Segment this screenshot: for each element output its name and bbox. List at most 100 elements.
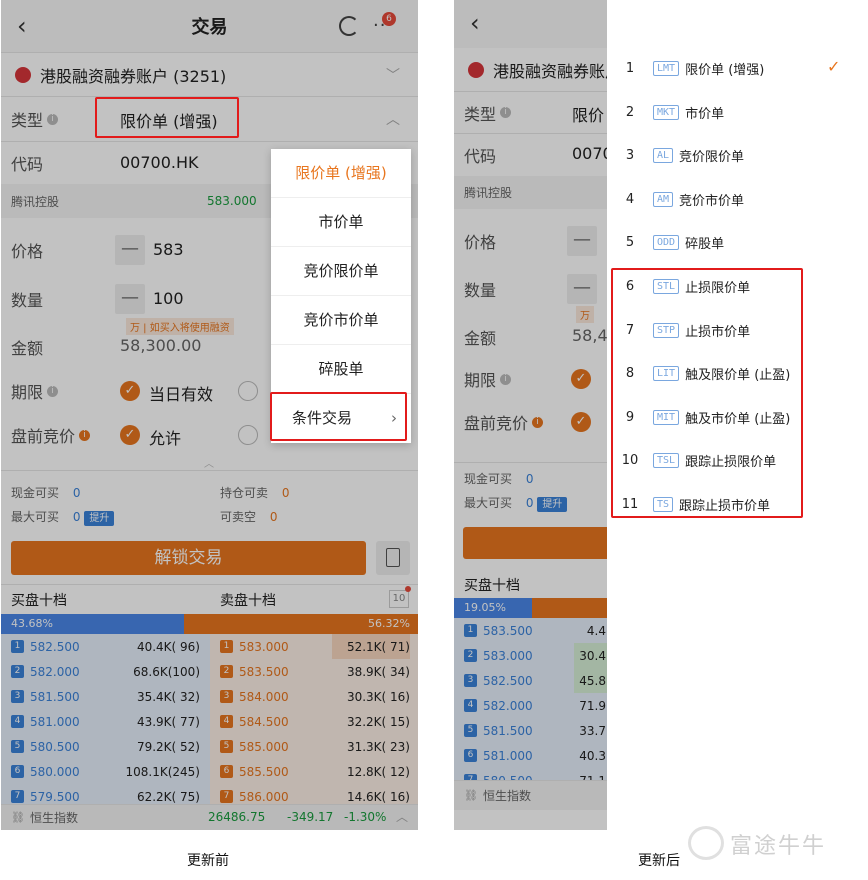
radio-unchecked-icon[interactable] — [238, 425, 258, 445]
bid-level-badge: 6 — [11, 765, 24, 778]
ask-row[interactable]: 4 584.500 32.2K( 15) — [220, 709, 410, 734]
bid-volume: 4.4 — [586, 623, 606, 638]
order-type-row[interactable]: 类型 i 限价单 (增强) ︿ — [1, 97, 418, 142]
qty-input[interactable]: 100 — [153, 289, 184, 308]
order-list-icon[interactable] — [376, 541, 410, 575]
index-pct: -1.30% — [344, 810, 387, 824]
radio-checked-icon[interactable]: ✓ — [120, 425, 140, 445]
radio-checked-icon[interactable]: ✓ — [120, 381, 140, 401]
bid-row[interactable]: 5 580.500 79.2K( 52) — [11, 734, 200, 759]
hk-flag-icon — [468, 61, 484, 78]
depth-toggle-button[interactable]: 10 — [389, 590, 409, 608]
radio-checked-icon[interactable]: ✓ — [571, 369, 591, 389]
bid-row[interactable]: 3 582.500 45.8 — [464, 668, 606, 693]
chevron-up-icon[interactable]: ︿ — [386, 109, 400, 129]
back-icon[interactable]: ‹ — [470, 9, 480, 37]
refresh-icon[interactable] — [339, 16, 359, 36]
menu-item-conditional[interactable]: 条件交易 › — [271, 394, 411, 443]
price-minus-button[interactable]: — — [115, 235, 145, 265]
info-icon[interactable]: i — [47, 113, 59, 125]
checkmark-icon: ✓ — [827, 57, 841, 76]
menu-item-market[interactable]: 市价单 — [271, 198, 411, 247]
unlock-trade-button[interactable]: 解锁交易 — [11, 541, 366, 575]
cash-buy-value: 0 — [72, 486, 81, 500]
upgrade-button[interactable]: 提升 — [537, 497, 568, 512]
menu-item-limit-enhanced[interactable]: 限价单 (增强) — [271, 149, 411, 198]
order-type-item[interactable]: 3 AL 竞价限价单 — [607, 134, 744, 177]
chevron-up-icon[interactable]: ︿ — [396, 808, 408, 825]
bid-row[interactable]: 6 581.000 40.3 — [464, 743, 606, 768]
bid-row[interactable]: 1 582.500 40.4K( 96) — [11, 634, 200, 659]
order-type-item[interactable]: 6 STL 止损限价单 — [607, 265, 750, 308]
caption-after: 更新后 — [638, 853, 680, 869]
code-label: 代码 — [464, 147, 497, 166]
order-type-item[interactable]: 7 STP 止损市价单 — [607, 309, 750, 352]
ask-row[interactable]: 5 585.000 31.3K( 23) — [220, 734, 410, 759]
nav-bar: ‹ 交易 ··· 6 — [1, 0, 418, 53]
order-type-name: 跟踪止损市价单 — [679, 499, 771, 514]
collapse-icon[interactable]: ︿ — [204, 455, 214, 470]
info-icon[interactable]: i — [500, 107, 512, 118]
menu-item-auction-market[interactable]: 竞价市价单 — [271, 296, 411, 345]
upgrade-button[interactable]: 提升 — [84, 511, 115, 526]
cash-buy: 现金可买 0 — [11, 484, 80, 501]
bid-price: 581.500 — [30, 689, 80, 704]
chevron-down-icon[interactable]: ﹀ — [386, 65, 400, 85]
order-type-item[interactable]: 1 LMT 限价单 (增强) — [607, 47, 764, 90]
order-type-item[interactable]: 11 TS 跟踪止损市价单 — [607, 483, 770, 526]
bid-level-badge: 5 — [464, 724, 477, 737]
back-icon[interactable]: ‹ — [17, 12, 27, 40]
price-label: 价格 — [11, 242, 44, 261]
code-input[interactable]: 00700.HK — [120, 153, 199, 172]
bid-level-badge: 4 — [11, 715, 24, 728]
bid-row[interactable]: 4 582.000 71.9 — [464, 693, 606, 718]
ask-price: 584.000 — [239, 689, 289, 704]
bid-row[interactable]: 4 581.000 43.9K( 77) — [11, 709, 200, 734]
ask-row[interactable]: 6 585.500 12.8K( 12) — [220, 759, 410, 784]
order-type-item[interactable]: 8 LIT 触及限价单 (止盈) — [607, 352, 790, 395]
hk-flag-icon — [15, 66, 31, 83]
divider — [1, 584, 418, 585]
order-type-value[interactable]: 限价单 (增强) — [120, 108, 218, 132]
radio-checked-icon[interactable]: ✓ — [571, 412, 591, 432]
menu-item-auction-limit[interactable]: 竞价限价单 — [271, 247, 411, 296]
stock-price: 583.000 — [207, 194, 257, 208]
ask-row[interactable]: 3 584.000 30.3K( 16) — [220, 684, 410, 709]
info-icon[interactable]: i — [79, 429, 91, 441]
menu-item-odd-lot[interactable]: 碎股单 — [271, 345, 411, 394]
bid-level-badge: 1 — [464, 624, 477, 637]
order-type-name: 限价单 (增强) — [685, 63, 765, 78]
bid-row[interactable]: 3 581.500 35.4K( 32) — [11, 684, 200, 709]
bid-row[interactable]: 2 583.000 30.4 — [464, 643, 606, 668]
bid-row[interactable]: 5 581.500 33.7 — [464, 718, 606, 743]
bid-row[interactable]: 1 583.500 4.4 — [464, 618, 606, 643]
qty-minus-button[interactable]: — — [567, 274, 597, 304]
max-buy-value: 0 — [525, 496, 534, 510]
info-icon[interactable]: i — [500, 373, 512, 385]
price-input[interactable]: 583 — [153, 240, 184, 259]
account-row[interactable]: 港股融资融券账户 (3251) ﹀ — [1, 53, 418, 97]
index-bar[interactable]: ⛓ 恒生指数 26486.75 -349.17 -1.30% ︿ — [1, 804, 418, 830]
order-type-item[interactable]: 10 TSL 跟踪止损限价单 — [607, 439, 776, 482]
bid-row[interactable]: 2 582.000 68.6K(100) — [11, 659, 200, 684]
price-minus-button[interactable]: — — [567, 226, 597, 256]
order-type-code: ODD — [653, 235, 680, 251]
radio-unchecked-icon[interactable] — [238, 381, 258, 401]
bid-row[interactable]: 6 580.000 108.1K(245) — [11, 759, 200, 784]
bid-level-badge: 2 — [11, 665, 24, 678]
order-type-item[interactable]: 5 ODD 碎股单 — [607, 221, 724, 264]
dot-badge — [405, 586, 411, 592]
info-icon[interactable]: i — [532, 416, 544, 428]
qty-minus-button[interactable]: — — [115, 284, 145, 314]
info-icon[interactable]: i — [47, 385, 59, 397]
amount-label: 金额 — [464, 329, 497, 348]
ask-row[interactable]: 2 583.500 38.9K( 34) — [220, 659, 410, 684]
term-option-day[interactable]: 当日有效 — [149, 381, 213, 405]
order-type-item[interactable]: 4 AM 竞价市价单 — [607, 178, 744, 221]
bid-level-badge: 3 — [11, 690, 24, 703]
order-type-item[interactable]: 9 MIT 触及市价单 (止盈) — [607, 396, 790, 439]
order-type-item[interactable]: 2 MKT 市价单 — [607, 91, 724, 134]
order-type-index: 6 — [625, 279, 635, 294]
preauction-allow[interactable]: 允许 — [149, 425, 181, 449]
ask-row[interactable]: 1 583.000 52.1K( 71) — [220, 634, 410, 659]
